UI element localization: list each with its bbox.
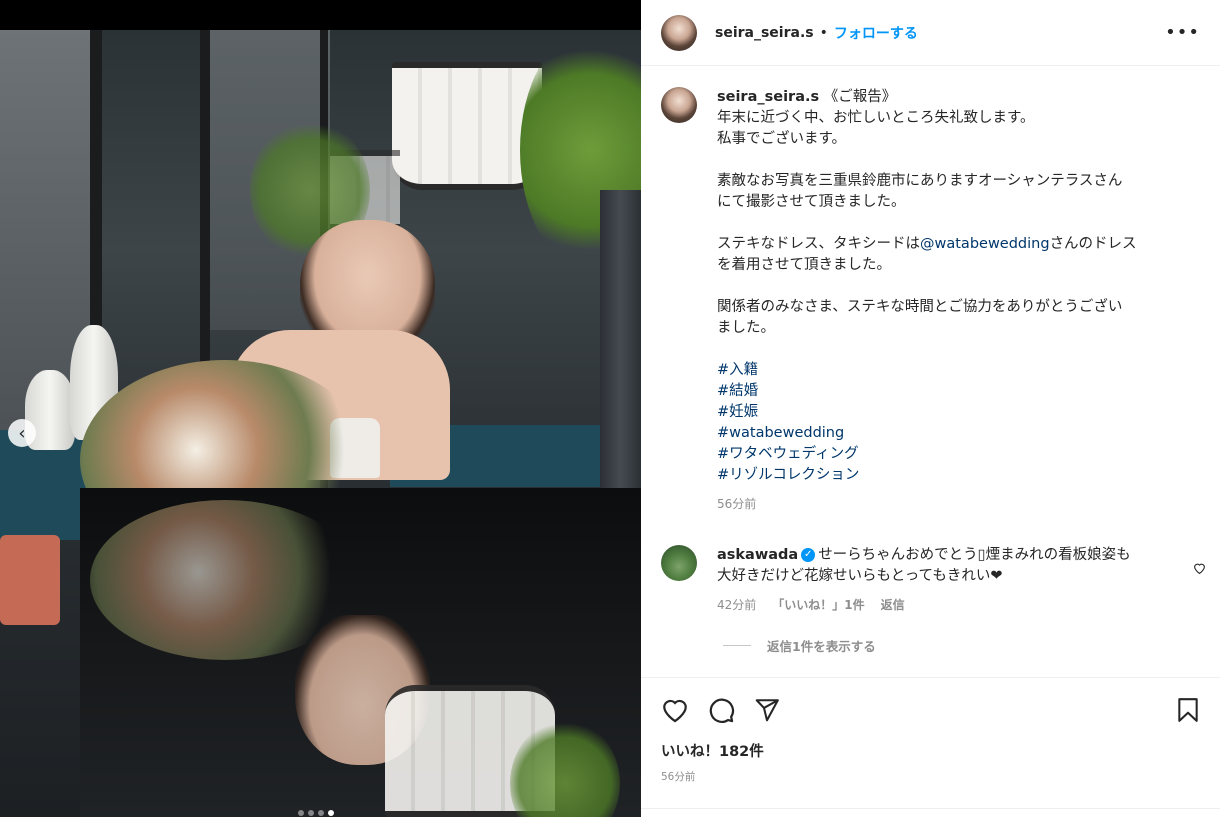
carousel-dot-active (328, 810, 334, 816)
carousel-indicator (298, 810, 334, 816)
hashtag-link[interactable]: #入籍 (717, 360, 1187, 381)
like-heart-icon[interactable] (661, 696, 689, 724)
comment-text: 大好きだけど花嫁せいらもとってもきれい❤ (717, 568, 1003, 584)
textured-pillar (600, 190, 641, 520)
commenter-username[interactable]: askawada (717, 547, 798, 563)
hashtag-link[interactable]: #リゾルコレクション (717, 465, 1187, 486)
follow-button[interactable]: フォローする (834, 23, 918, 43)
view-replies-label: 返信1件を表示する (767, 639, 876, 654)
caption-line: 年末に近づく中、お忙しいところ失礼致します。 (717, 110, 1035, 126)
view-replies-button[interactable]: 返信1件を表示する (723, 636, 1220, 655)
caption-line: を着用させて頂きました。 (717, 257, 891, 273)
caption-line: ステキなドレス、タキシードは@watabeweddingさんのドレス (717, 234, 1187, 255)
comment-body: askawada ✓ せーらちゃんおめでとう▯煙まみれの看板娘姿も 大好きだけど花嫁… (717, 545, 1177, 616)
pendant-lamp (392, 62, 542, 190)
hashtag-link[interactable]: #妊娠 (717, 402, 1187, 423)
more-options-icon[interactable]: ••• (1165, 22, 1200, 43)
save-bookmark-icon[interactable] (1174, 696, 1202, 724)
post-photo (0, 30, 641, 817)
post-sidebar: seira_seira.s • フォローする ••• seira_seira.s… (641, 0, 1220, 817)
header-username[interactable]: seira_seira.s (715, 25, 814, 41)
divider (723, 645, 751, 646)
caption-line: にて撮影させて頂きました。 (717, 194, 906, 210)
carousel-dot (308, 810, 314, 816)
caption: seira_seira.s 《ご報告》 年末に近づく中、お忙しいところ失礼致しま… (641, 67, 1220, 515)
verified-badge-icon: ✓ (801, 548, 816, 562)
carousel-dot (298, 810, 304, 816)
post-header: seira_seira.s • フォローする ••• (641, 0, 1220, 66)
comment-likes[interactable]: 「いいね！」1件 (772, 595, 864, 616)
caption-text: ステキなドレス、タキシードは (717, 236, 920, 252)
caption-line: 素敵なお写真を三重県鈴鹿市にありますオーシャンテラスさん (717, 173, 1123, 189)
mention-link[interactable]: @watabewedding (920, 236, 1050, 252)
reply-button[interactable]: 返信 (881, 595, 905, 616)
action-bar (641, 678, 1220, 726)
chair (0, 535, 60, 625)
caption-line: ました。 (717, 320, 775, 336)
carousel-dot (318, 810, 324, 816)
post-time[interactable]: 56分前 (641, 761, 1220, 784)
avatar[interactable] (661, 14, 697, 51)
hashtag-link[interactable]: #結婚 (717, 381, 1187, 402)
caption-line: 関係者のみなさま、ステキな時間とご協力をありがとうござい (717, 299, 1123, 315)
comment-item: askawada ✓ せーらちゃんおめでとう▯煙まみれの看板娘姿も 大好きだけど花嫁… (641, 515, 1220, 616)
carousel-prev-button[interactable]: ‹ (8, 419, 36, 447)
likes-count[interactable]: いいね！182件 (641, 726, 1220, 761)
caption-time[interactable]: 56分前 (717, 494, 1187, 515)
hashtag-link[interactable]: #watabewedding (717, 423, 1187, 444)
post-media[interactable]: ‹ (0, 0, 641, 817)
comment-bubble-icon[interactable] (707, 696, 735, 724)
caption-title: 《ご報告》 (823, 89, 897, 105)
commenter-avatar[interactable] (661, 545, 697, 581)
share-paper-plane-icon[interactable] (753, 696, 781, 724)
divider (641, 808, 1220, 809)
chevron-left-icon: ‹ (18, 422, 26, 444)
comment-text: せーらちゃんおめでとう▯煙まみれの看板娘姿も (818, 547, 1131, 563)
comment-meta: 42分前 「いいね！」1件 返信 (717, 595, 1177, 616)
header-separator: • (819, 24, 828, 41)
caption-body: seira_seira.s 《ご報告》 年末に近づく中、お忙しいところ失礼致しま… (717, 87, 1187, 515)
hashtag-link[interactable]: #ワタベウェディング (717, 444, 1187, 465)
caption-text: さんのドレス (1049, 236, 1137, 252)
comment-time[interactable]: 42分前 (717, 595, 756, 616)
comments-section[interactable]: seira_seira.s 《ご報告》 年末に近づく中、お忙しいところ失礼致しま… (641, 67, 1220, 677)
comment-like-heart-icon[interactable] (1193, 562, 1206, 578)
caption-avatar[interactable] (661, 87, 697, 123)
caption-line: 私事でございます。 (717, 131, 847, 147)
caption-username[interactable]: seira_seira.s (717, 89, 819, 105)
post-actions-area: いいね！182件 56分前 (641, 677, 1220, 817)
